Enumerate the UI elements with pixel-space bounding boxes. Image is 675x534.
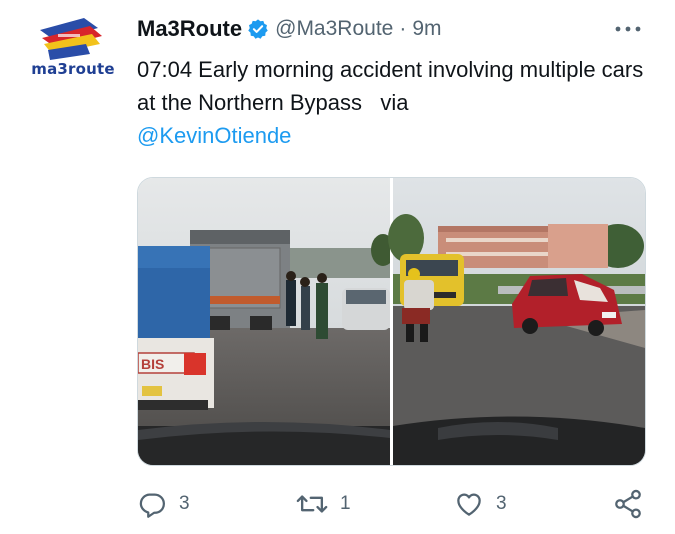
ma3route-logo-icon: [40, 18, 102, 60]
photo-right[interactable]: [388, 178, 645, 465]
tweet-header: Ma3Route @Ma3Route · 9m: [137, 14, 442, 44]
media-grid: BIS: [137, 177, 646, 466]
heart-icon: [457, 493, 481, 516]
reply-count: 3: [179, 493, 190, 514]
mention-link[interactable]: @KevinOtiende: [137, 123, 291, 148]
retweet-count: 1: [340, 493, 351, 514]
reply-icon: [139, 493, 165, 518]
plate-text: BIS: [141, 356, 164, 372]
via-label: via: [380, 90, 409, 115]
avatar[interactable]: ma3route: [30, 14, 116, 86]
display-name[interactable]: Ma3Route: [137, 16, 242, 42]
more-dots-icon[interactable]: [613, 18, 643, 40]
verified-badge-icon: [248, 19, 268, 39]
accident-photos[interactable]: BIS: [138, 178, 645, 465]
tweet-text: 07:04 Early morning accident involving m…: [137, 53, 657, 152]
like-action[interactable]: 3: [454, 486, 507, 522]
photo-left[interactable]: BIS: [138, 178, 395, 465]
retweet-icon: [296, 495, 328, 513]
timestamp[interactable]: 9m: [412, 17, 441, 41]
share-icon: [615, 489, 641, 519]
separator-dot: ·: [399, 17, 407, 40]
logo-text: ma3route: [31, 60, 115, 78]
reply-action[interactable]: 3: [137, 486, 190, 522]
like-count: 3: [496, 493, 507, 514]
share-action[interactable]: [612, 486, 656, 522]
handle[interactable]: @Ma3Route: [275, 17, 393, 41]
retweet-action[interactable]: 1: [296, 486, 351, 522]
